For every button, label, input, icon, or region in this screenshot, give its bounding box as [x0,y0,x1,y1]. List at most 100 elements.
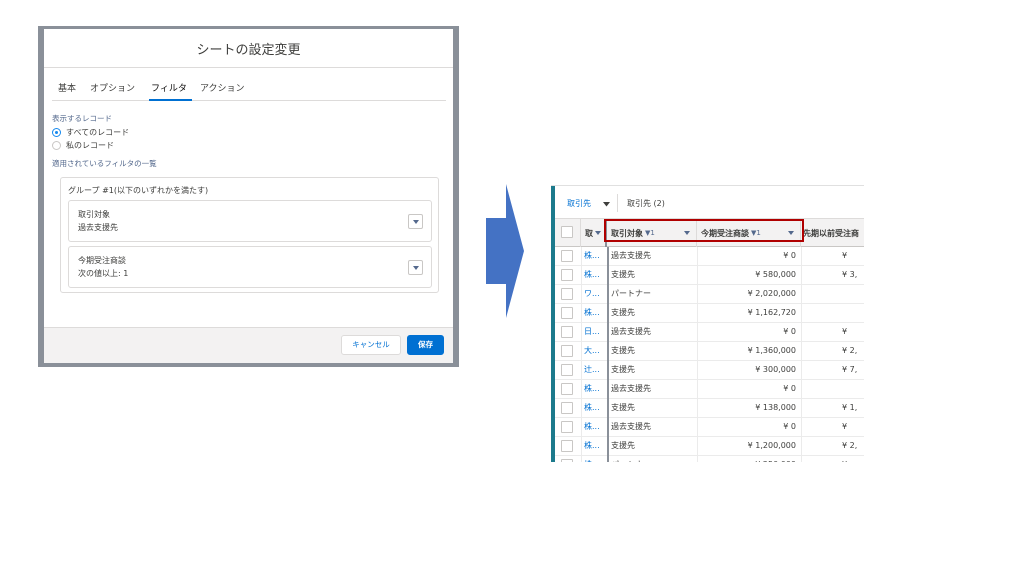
radio-label: すべてのレコード [66,127,130,137]
filter-menu-button[interactable] [408,260,423,275]
account-name-cell[interactable]: 株... [584,304,606,323]
previous-deals-cell: ¥ [802,456,864,462]
dialog-backdrop: シートの設定変更 基本 オプション フィルタ アクション 表示するレコード すべ… [38,26,459,367]
title-divider [44,67,453,68]
radio-icon[interactable] [52,127,61,137]
account-type-cell: 過去支援先 [611,251,651,260]
current-deals-cell: ¥ 1,162,720 [747,308,796,317]
current-deals-cell: ¥ 0 [783,251,796,260]
filter-field: 取引対象 [78,210,110,219]
filter-card-current-deals[interactable]: 今期受注商談 次の値以上: 1 [68,246,432,288]
table-row[interactable]: 日... 過去支援先 ¥ 0 ¥ [555,323,864,342]
table-row[interactable]: 株... 過去支援先 ¥ 0 [555,380,864,399]
account-name-cell[interactable]: ワ... [584,285,606,304]
sheet-tabs: 取引先 取引先 (2) [555,186,864,219]
table-row[interactable]: 大... 支援先 ¥ 1,360,000 ¥ 2, [555,342,864,361]
account-type-cell: 支援先 [611,403,635,412]
dialog-tabs: 基本 オプション フィルタ アクション [52,75,446,101]
filter-card-account-type[interactable]: 取引対象 過去支援先 [68,200,432,242]
account-name-cell[interactable]: 株... [584,399,606,418]
radio-icon[interactable] [52,140,61,150]
current-deals-cell: ¥ 300,000 [755,365,796,374]
account-name-cell[interactable]: 辻... [584,361,606,380]
table-row[interactable]: 株... 支援先 ¥ 138,000 ¥ 1, [555,399,864,418]
table-row[interactable]: 株... 支援先 ¥ 1,200,000 ¥ 2, [555,437,864,456]
checkbox-icon[interactable] [561,307,573,319]
checkbox-icon[interactable] [561,364,573,376]
tab-basic[interactable]: 基本 [58,81,76,94]
tab-action[interactable]: アクション [200,81,245,94]
chevron-down-icon[interactable] [603,202,610,207]
account-type-cell: 支援先 [611,270,635,279]
table-row[interactable]: 株... 支援先 ¥ 580,000 ¥ 3, [555,266,864,285]
table-row[interactable]: 株... 過去支援先 ¥ 0 ¥ [555,247,864,266]
radio-label: 私のレコード [66,140,114,150]
save-button[interactable]: 保存 [407,335,444,355]
chevron-down-icon[interactable] [595,231,601,235]
column-label: 取 [585,228,593,238]
previous-deals-cell: ¥ 2, [842,441,858,450]
dialog-title: シートの設定変更 [196,43,301,58]
cancel-button[interactable]: キャンセル [341,335,401,355]
checkbox-icon[interactable] [561,288,573,300]
checkbox-icon[interactable] [561,383,573,395]
account-name-cell[interactable]: 大... [584,342,606,361]
checkbox-icon[interactable] [561,459,573,462]
select-all-cell [555,219,581,247]
group-title: グループ #1(以下のいずれかを満たす) [68,186,209,195]
account-name-cell[interactable]: 株... [584,247,606,266]
account-name-cell[interactable]: 株... [584,456,606,462]
tab-filter[interactable]: フィルタ [151,81,187,94]
account-type-cell: 過去支援先 [611,384,651,393]
current-deals-cell: ¥ 250,000 [698,456,796,462]
filter-value: 過去支援先 [78,223,118,232]
sheet-tab-accounts-2[interactable]: 取引先 (2) [627,198,665,209]
table-row[interactable]: ワ... パートナー ¥ 2,020,000 [555,285,864,304]
filter-value: 次の値以上: 1 [78,269,129,278]
previous-deals-cell: ¥ [842,327,848,336]
records-label: 表示するレコード [52,114,112,123]
account-type-cell: 過去支援先 [611,422,651,431]
account-name-cell[interactable]: 株... [584,437,606,456]
checkbox-icon[interactable] [561,250,573,262]
tab-options[interactable]: オプション [90,81,135,94]
previous-deals-cell: ¥ [842,251,848,260]
checkbox-icon[interactable] [561,402,573,414]
checkbox-icon[interactable] [561,345,573,357]
sheet-tab-accounts[interactable]: 取引先 [567,198,591,209]
checkbox-icon[interactable] [561,226,573,238]
table-row[interactable]: 株... パートナー¥ 250,000 ¥ [555,456,864,462]
current-deals-cell: ¥ 138,000 [755,403,796,412]
table-row[interactable]: 株... 過去支援先 ¥ 0 ¥ [555,418,864,437]
table-row[interactable]: 株... 支援先 ¥ 1,162,720 [555,304,864,323]
current-deals-cell: ¥ 0 [783,327,796,336]
current-deals-cell: ¥ 2,020,000 [747,289,796,298]
radio-my-records[interactable]: 私のレコード [52,139,114,151]
account-type-cell: 支援先 [611,346,635,355]
account-type-cell: 支援先 [611,308,635,317]
previous-deals-cell [802,380,864,399]
account-name-cell[interactable]: 株... [584,380,606,399]
checkbox-icon[interactable] [561,326,573,338]
account-name-cell[interactable]: 株... [584,418,606,437]
previous-deals-cell: ¥ 1, [842,403,858,412]
checkbox-icon[interactable] [561,440,573,452]
table-row[interactable]: 辻... 支援先 ¥ 300,000 ¥ 7, [555,361,864,380]
previous-deals-cell [802,304,864,323]
filtered-columns-highlight [604,219,804,242]
previous-deals-cell: ¥ 7, [842,365,858,374]
chevron-down-icon [412,265,419,270]
checkbox-icon[interactable] [561,421,573,433]
account-name-cell[interactable]: 株... [584,266,606,285]
previous-deals-cell: ¥ [842,422,848,431]
column-header-previous-deals[interactable]: 先期以前受注商 [801,219,864,247]
account-name-cell[interactable]: 日... [584,323,606,342]
chevron-down-icon [412,219,419,224]
filter-menu-button[interactable] [408,214,423,229]
radio-all-records[interactable]: すべてのレコード [52,126,129,138]
tab-divider [617,194,618,212]
dialog-footer: キャンセル 保存 [44,327,453,363]
checkbox-icon[interactable] [561,269,573,281]
previous-deals-cell: ¥ 2, [842,346,858,355]
account-type-cell: 過去支援先 [611,327,651,336]
